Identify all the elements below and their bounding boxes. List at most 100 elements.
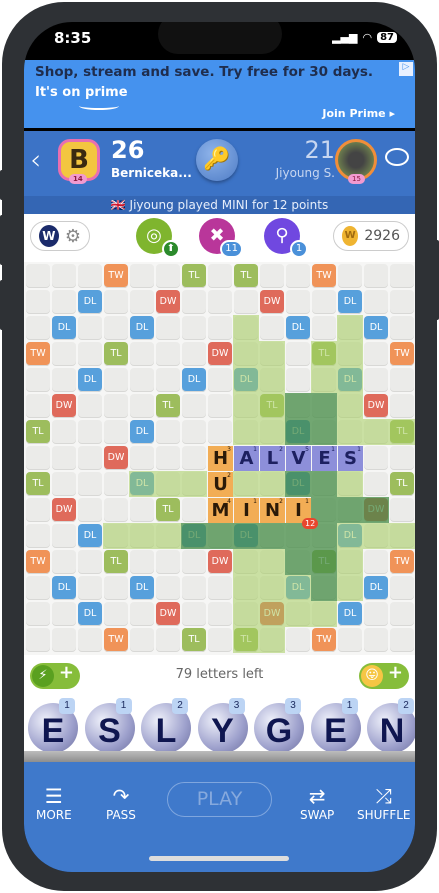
board-cell[interactable] bbox=[364, 524, 388, 548]
board-cell[interactable] bbox=[390, 316, 414, 340]
board-cell[interactable] bbox=[286, 368, 310, 392]
board-cell[interactable] bbox=[52, 602, 76, 626]
board-cell[interactable] bbox=[260, 550, 284, 574]
board-cell[interactable] bbox=[364, 472, 388, 496]
board-cell[interactable] bbox=[312, 368, 336, 392]
board-cell[interactable] bbox=[182, 394, 206, 418]
board-cell[interactable] bbox=[338, 316, 362, 340]
board-cell[interactable] bbox=[390, 394, 414, 418]
rack-tile[interactable]: Y3 bbox=[197, 698, 248, 753]
board-cell[interactable] bbox=[208, 264, 232, 288]
shuffle-button[interactable]: ⤮ SHUFFLE bbox=[357, 784, 411, 822]
premium-tw[interactable]: TW bbox=[26, 550, 50, 574]
board-cell[interactable] bbox=[234, 290, 258, 314]
board-cell[interactable] bbox=[260, 524, 284, 548]
back-button[interactable]: ‹ bbox=[30, 143, 41, 176]
board-cell[interactable] bbox=[338, 576, 362, 600]
premium-tw[interactable]: TW bbox=[312, 628, 336, 652]
board-cell[interactable] bbox=[78, 628, 102, 652]
premium-dl[interactable]: DL bbox=[130, 420, 154, 444]
premium-dl[interactable]: DL bbox=[286, 420, 310, 444]
board-cell[interactable] bbox=[338, 498, 362, 522]
coin-balance[interactable]: W 2926 bbox=[333, 221, 409, 251]
board-cell[interactable] bbox=[52, 290, 76, 314]
adchoices-icon[interactable]: ▷ bbox=[399, 62, 413, 76]
board-cell[interactable] bbox=[312, 576, 336, 600]
board-cell[interactable] bbox=[338, 394, 362, 418]
premium-dl[interactable]: DL bbox=[338, 602, 362, 626]
board-cell[interactable] bbox=[312, 290, 336, 314]
board-cell[interactable] bbox=[260, 628, 284, 652]
board-cell[interactable] bbox=[364, 550, 388, 574]
board-cell[interactable] bbox=[234, 342, 258, 366]
boost-energy-button[interactable]: ⚡ + bbox=[30, 662, 80, 689]
premium-dl[interactable]: DL bbox=[338, 290, 362, 314]
board-cell[interactable] bbox=[364, 342, 388, 366]
board-cell[interactable] bbox=[390, 628, 414, 652]
board-cell[interactable] bbox=[338, 420, 362, 444]
board-cell[interactable] bbox=[26, 524, 50, 548]
board-cell[interactable] bbox=[260, 472, 284, 496]
premium-tl[interactable]: TL bbox=[390, 420, 414, 444]
board-cell[interactable] bbox=[156, 524, 180, 548]
board-cell[interactable] bbox=[260, 264, 284, 288]
premium-dw[interactable]: DW bbox=[156, 602, 180, 626]
board-cell[interactable] bbox=[364, 628, 388, 652]
board-cell[interactable] bbox=[52, 264, 76, 288]
board-cell[interactable] bbox=[286, 342, 310, 366]
premium-dw[interactable]: DW bbox=[260, 290, 284, 314]
premium-tw[interactable]: TW bbox=[312, 264, 336, 288]
board-cell[interactable] bbox=[208, 394, 232, 418]
board-cell[interactable] bbox=[234, 550, 258, 574]
swap-button[interactable]: ⇄ SWAP bbox=[300, 784, 334, 822]
board-cell[interactable] bbox=[182, 472, 206, 496]
premium-dl[interactable]: DL bbox=[182, 368, 206, 392]
board-cell[interactable] bbox=[182, 290, 206, 314]
premium-tl[interactable]: TL bbox=[104, 550, 128, 574]
board-cell[interactable] bbox=[156, 472, 180, 496]
board-cell[interactable] bbox=[104, 394, 128, 418]
board-cell[interactable] bbox=[78, 498, 102, 522]
gear-icon[interactable]: ⚙ bbox=[65, 226, 81, 247]
game-board[interactable]: TW TL TL TW DL DW DW DL DL DL DL DL TW TL DW TL TW DL DL DL… bbox=[24, 262, 415, 655]
board-cell[interactable] bbox=[208, 628, 232, 652]
board-cell[interactable] bbox=[234, 602, 258, 626]
board-cell[interactable] bbox=[234, 576, 258, 600]
premium-dl[interactable]: DL bbox=[182, 524, 206, 548]
board-cell[interactable] bbox=[130, 524, 154, 548]
board-cell[interactable] bbox=[286, 394, 310, 418]
premium-tw[interactable]: TW bbox=[104, 628, 128, 652]
board-cell[interactable] bbox=[52, 472, 76, 496]
premium-dl[interactable]: DL bbox=[338, 524, 362, 548]
board-cell[interactable] bbox=[26, 498, 50, 522]
board-cell[interactable] bbox=[182, 316, 206, 340]
premium-tl[interactable]: TL bbox=[182, 264, 206, 288]
board-cell[interactable] bbox=[312, 472, 336, 496]
board-cell[interactable] bbox=[182, 550, 206, 574]
player1-avatar[interactable]: B 14 bbox=[58, 139, 100, 184]
board-cell[interactable] bbox=[182, 446, 206, 470]
board-cell[interactable] bbox=[390, 576, 414, 600]
board-cell[interactable] bbox=[26, 446, 50, 470]
rack-tile[interactable]: L2 bbox=[141, 698, 191, 753]
premium-tl[interactable]: TL bbox=[26, 420, 50, 444]
powerup-radar-button[interactable]: ◎ ⬆ bbox=[136, 218, 180, 258]
board-cell[interactable] bbox=[104, 368, 128, 392]
powerup-hint-magnifier-button[interactable]: ⚲ 1 bbox=[264, 218, 308, 258]
board-cell[interactable] bbox=[104, 472, 128, 496]
board-cell[interactable] bbox=[78, 420, 102, 444]
board-cell[interactable] bbox=[156, 576, 180, 600]
premium-dw[interactable]: DW bbox=[52, 498, 76, 522]
board-cell[interactable] bbox=[208, 368, 232, 392]
board-cell[interactable] bbox=[286, 290, 310, 314]
premium-dw[interactable]: DW bbox=[208, 550, 232, 574]
more-button[interactable]: ☰ MORE bbox=[36, 784, 72, 822]
premium-dl[interactable]: DL bbox=[130, 316, 154, 340]
board-cell[interactable] bbox=[338, 472, 362, 496]
board-cell[interactable] bbox=[390, 524, 414, 548]
board-cell[interactable] bbox=[130, 550, 154, 574]
chat-icon[interactable] bbox=[385, 148, 409, 166]
premium-tw[interactable]: TW bbox=[390, 550, 414, 574]
board-cell[interactable] bbox=[156, 628, 180, 652]
board-cell[interactable] bbox=[78, 394, 102, 418]
